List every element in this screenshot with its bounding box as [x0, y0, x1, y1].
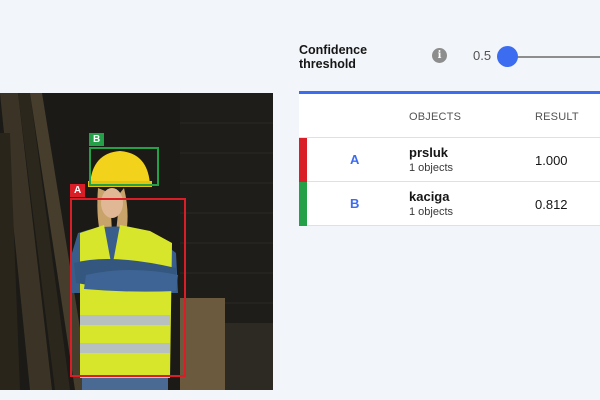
row-object-name: prsluk	[409, 145, 449, 160]
table-header: OBJECTS RESULT	[299, 94, 600, 138]
row-color-bar	[299, 138, 307, 182]
detection-box-b[interactable]	[89, 147, 159, 186]
threshold-value: 0.5	[473, 48, 492, 63]
table-row[interactable]: A prsluk 1 objects 1.000	[299, 138, 600, 182]
row-letter: A	[350, 152, 360, 167]
image-panel: A B	[0, 93, 273, 390]
row-letter: B	[350, 196, 360, 211]
row-result: 1.000	[535, 153, 568, 168]
table-row[interactable]: B kaciga 1 objects 0.812	[299, 182, 600, 226]
row-object-count: 1 objects	[409, 206, 454, 218]
threshold-slider-track[interactable]	[508, 56, 600, 58]
row-object-name: kaciga	[409, 189, 450, 204]
column-header-objects[interactable]: OBJECTS	[409, 111, 461, 123]
results-table: OBJECTS RESULT A prsluk 1 objects 1.000 …	[299, 91, 600, 226]
info-icon[interactable]: i	[432, 48, 447, 63]
detection-box-a[interactable]	[70, 198, 186, 377]
row-object-count: 1 objects	[409, 162, 454, 174]
row-color-bar	[299, 182, 307, 226]
threshold-label: Confidence threshold	[299, 43, 368, 71]
row-result: 0.812	[535, 197, 568, 212]
column-header-result[interactable]: RESULT	[535, 111, 579, 123]
detection-tag-a: A	[70, 184, 86, 197]
threshold-slider-thumb[interactable]	[497, 46, 518, 67]
detection-tag-b: B	[89, 133, 105, 146]
